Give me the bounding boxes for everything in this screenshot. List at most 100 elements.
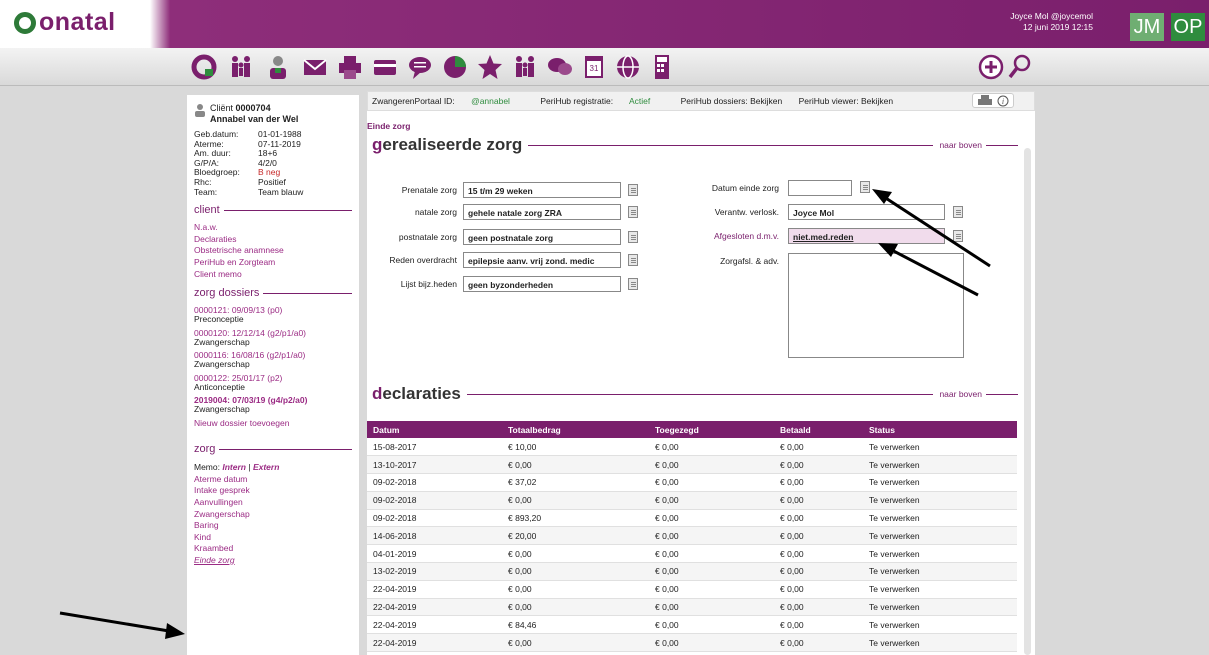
table-row[interactable]: 22-04-2019 € 0,00 € 0,00 € 0,00 Te verwerken: [367, 633, 1017, 653]
notes-icon[interactable]: [953, 230, 963, 242]
perihub-dossiers-link[interactable]: PeriHub dossiers: Bekijken: [681, 96, 783, 106]
table-cell: € 0,00: [649, 633, 774, 653]
person-icon[interactable]: [264, 53, 292, 81]
mail-icon[interactable]: [301, 53, 329, 81]
zorg-link[interactable]: Baring: [194, 520, 352, 532]
table-cell: 09-02-2018: [367, 473, 502, 492]
info-icon[interactable]: i: [997, 95, 1009, 107]
client-link[interactable]: PeriHub en Zorgteam: [194, 257, 352, 269]
client-link[interactable]: Declaraties: [194, 234, 352, 246]
column-header[interactable]: Datum: [367, 421, 502, 438]
star-icon[interactable]: [476, 53, 504, 81]
logo[interactable]: onatal: [14, 8, 116, 37]
table-cell: Te verwerken: [863, 509, 1017, 528]
onatal-icon[interactable]: [190, 53, 218, 81]
zorg-link[interactable]: Zwangerschap: [194, 509, 352, 521]
client-person-icon: [195, 104, 205, 117]
column-header[interactable]: Betaald: [774, 421, 863, 438]
zorg-link[interactable]: Intake gesprek: [194, 485, 352, 497]
table-row[interactable]: 22-04-2019 € 84,46 € 0,00 € 0,00 Te verwerke…: [367, 615, 1017, 635]
perihub-viewer-link[interactable]: PeriHub viewer: Bekijken: [799, 96, 893, 106]
header-actions: i: [972, 93, 1014, 108]
table-row[interactable]: 14-06-2018 € 20,00 € 0,00 € 0,00 Te verwerke…: [367, 526, 1017, 546]
pie-chart-icon[interactable]: [441, 53, 469, 81]
calculator-icon[interactable]: [648, 53, 676, 81]
verantw-verlosk-input[interactable]: Joyce Mol: [788, 204, 945, 220]
zorgafsl-adv-textarea[interactable]: [788, 253, 964, 358]
globe-icon[interactable]: [614, 53, 642, 81]
reden-overdracht-input[interactable]: epilepsie aanv. vrij zond. medic: [463, 252, 621, 268]
table-row[interactable]: 04-01-2019 € 0,00 € 0,00 € 0,00 Te verwerken: [367, 544, 1017, 564]
declaraties-table: Datum Totaalbedrag Toegezegd Betaald Status …: [367, 421, 1017, 653]
afgesloten-dmv-select[interactable]: niet.med.reden: [788, 228, 945, 244]
table-row[interactable]: 15-08-2017 € 10,00 € 0,00 € 0,00 Te verwerke…: [367, 438, 1017, 457]
table-cell: 04-01-2019: [367, 544, 502, 564]
table-row[interactable]: 09-02-2018 € 893,20 € 0,00 € 0,00 Te verwerk…: [367, 509, 1017, 528]
table-cell: € 0,00: [649, 509, 774, 528]
lijst-bijzonderheden-input[interactable]: geen byzonderheden: [463, 276, 621, 292]
naar-boven-link[interactable]: naar boven: [939, 389, 982, 399]
prenatal-care-input[interactable]: 15 t/m 29 weken: [463, 182, 621, 198]
section-zorg: zorg: [194, 443, 352, 455]
datum-einde-zorg-input[interactable]: [788, 180, 852, 196]
client-link[interactable]: Client memo: [194, 269, 352, 281]
table-row[interactable]: 22-04-2019 € 0,00 € 0,00 € 0,00 Te verwerken: [367, 598, 1017, 617]
table-cell: Te verwerken: [863, 438, 1017, 457]
notes-icon[interactable]: [628, 254, 638, 266]
print-icon[interactable]: [336, 53, 364, 81]
perihub-header: ZwangerenPortaal ID: @annabel PeriHub re…: [367, 91, 1035, 111]
table-cell: 09-02-2018: [367, 509, 502, 528]
natal-care-input[interactable]: gehele natale zorg ZRA: [463, 204, 621, 220]
memo-intern-link[interactable]: Intern: [222, 462, 246, 472]
table-cell: 15-08-2017: [367, 438, 502, 457]
zorg-link[interactable]: Einde zorg: [194, 555, 352, 567]
table-row[interactable]: 13-02-2019 € 0,00 € 0,00 € 0,00 Te verwerken: [367, 562, 1017, 581]
client-link[interactable]: N.a.w.: [194, 222, 352, 234]
table-cell: € 0,00: [502, 633, 649, 653]
table-row[interactable]: 22-04-2019 € 0,00 € 0,00 € 0,00 Te verwerken: [367, 580, 1017, 599]
print-icon[interactable]: [978, 95, 992, 107]
calendar-picker-icon[interactable]: [860, 181, 870, 193]
user-initials-op[interactable]: OP: [1171, 13, 1205, 41]
zorg-link[interactable]: Aanvullingen: [194, 497, 352, 509]
table-cell: 09-02-2018: [367, 491, 502, 510]
client-link[interactable]: Obstetrische anamnese: [194, 245, 352, 257]
naar-boven-link[interactable]: naar boven: [939, 140, 982, 150]
toolbar: 31: [0, 48, 1209, 86]
dossier-type: Zwangerschap: [194, 359, 250, 370]
new-dossier-link[interactable]: Nieuw dossier toevoegen: [194, 418, 352, 430]
family-icon[interactable]: [511, 53, 539, 81]
family-icon[interactable]: [227, 53, 255, 81]
zorg-link[interactable]: Kind: [194, 532, 352, 544]
column-header[interactable]: Toegezegd: [649, 421, 774, 438]
table-row[interactable]: 13-10-2017 € 0,00 € 0,00 € 0,00 Te verwerken: [367, 455, 1017, 475]
notes-icon[interactable]: [628, 206, 638, 218]
table-row[interactable]: 09-02-2018 € 0,00 € 0,00 € 0,00 Te verwerken: [367, 491, 1017, 510]
search-icon[interactable]: [1006, 53, 1034, 81]
postnatal-care-input[interactable]: geen postnatale zorg: [463, 229, 621, 245]
calendar-icon[interactable]: 31: [580, 53, 608, 81]
client-info: Geb.datum: 01-01-1988 Aterme: 07-11-2019 Am.…: [194, 129, 352, 197]
user-initials-jm[interactable]: JM: [1130, 13, 1164, 41]
zorg-link[interactable]: Aterme datum: [194, 474, 352, 486]
table-cell: 22-04-2019: [367, 580, 502, 599]
notes-icon[interactable]: [628, 231, 638, 243]
svg-text:i: i: [1002, 97, 1004, 106]
memo-extern-link[interactable]: Extern: [253, 462, 279, 472]
scrollbar[interactable]: [1024, 148, 1031, 655]
speech-bubble-icon[interactable]: [406, 53, 434, 81]
column-header[interactable]: Totaalbedrag: [502, 421, 649, 438]
card-icon[interactable]: [371, 53, 399, 81]
plus-circle-icon[interactable]: [977, 53, 1005, 81]
notes-icon[interactable]: [953, 206, 963, 218]
notes-icon[interactable]: [628, 278, 638, 290]
table-row[interactable]: 09-02-2018 € 37,02 € 0,00 € 0,00 Te verwerke…: [367, 473, 1017, 492]
table-cell: € 0,00: [649, 491, 774, 510]
zorg-link[interactable]: Kraambed: [194, 543, 352, 555]
memo-row: Memo: Intern | Extern: [194, 462, 280, 473]
table-cell: € 84,46: [502, 615, 649, 635]
chat-icon[interactable]: [546, 53, 574, 81]
column-header[interactable]: Status: [863, 421, 1017, 438]
table-cell: € 0,00: [649, 544, 774, 564]
notes-icon[interactable]: [628, 184, 638, 196]
